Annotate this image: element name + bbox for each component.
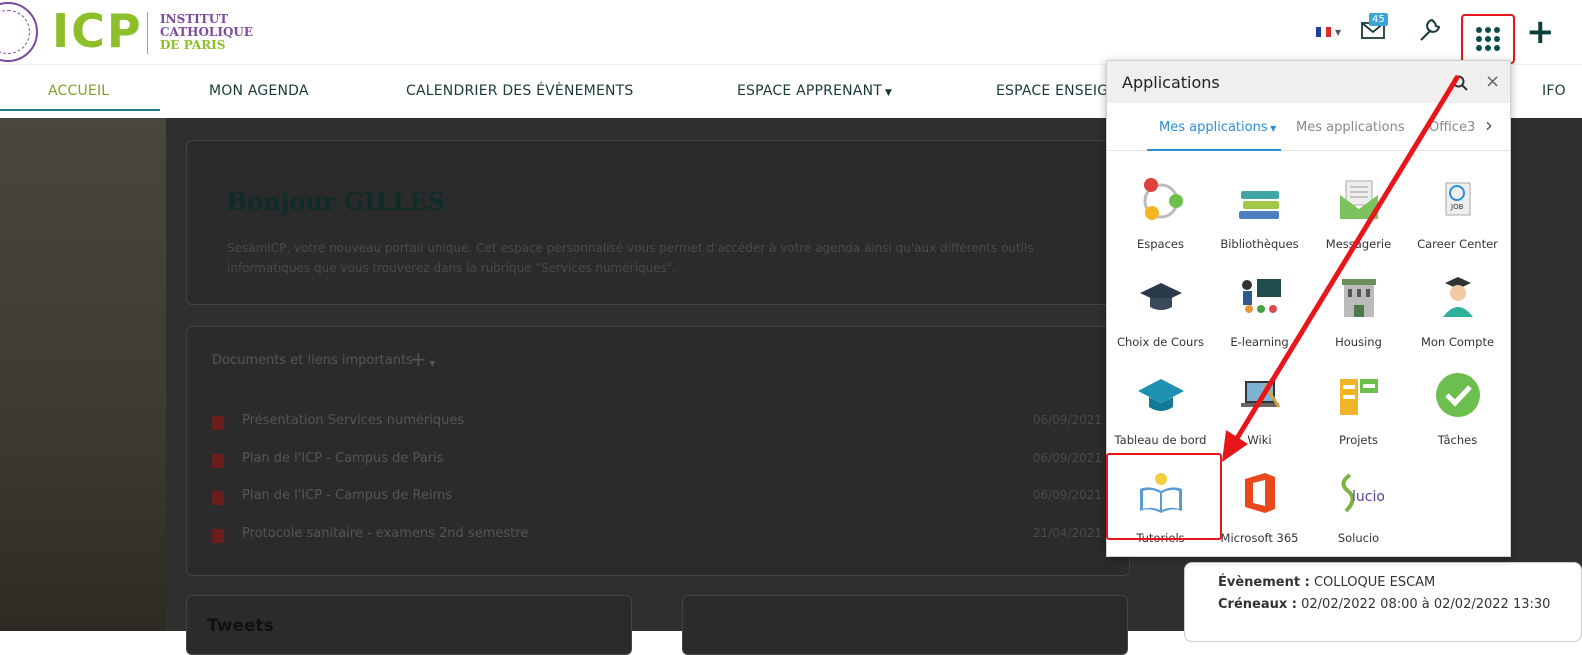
annotation-arrow <box>1222 74 1461 462</box>
